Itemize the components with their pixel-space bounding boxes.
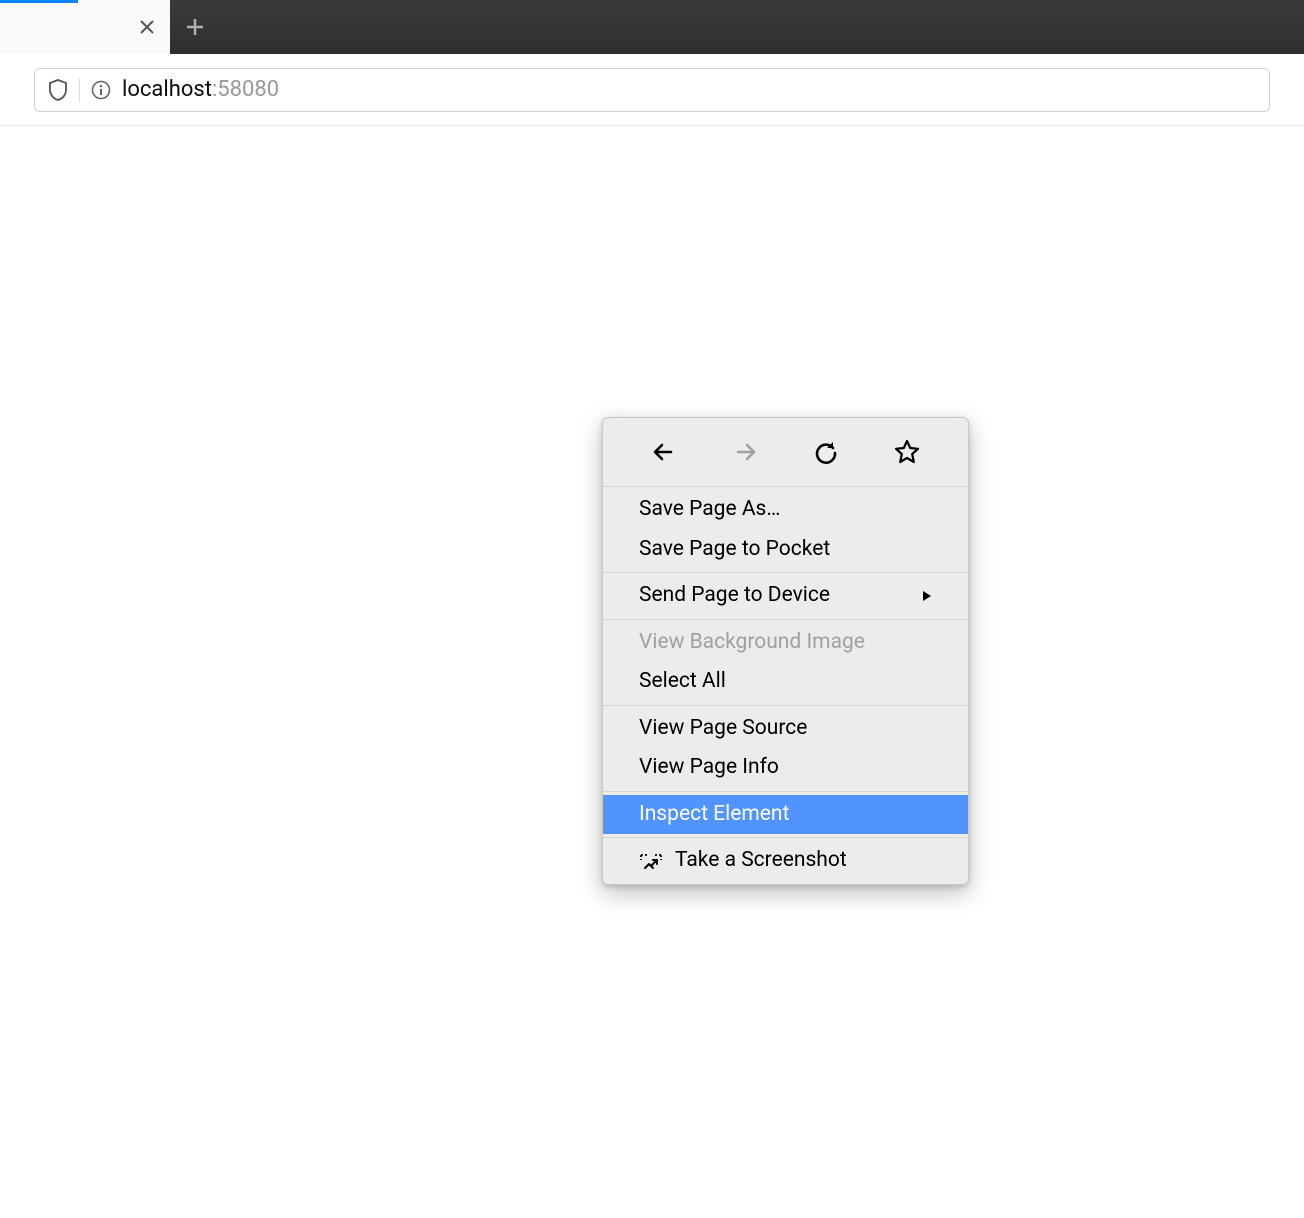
tab-loading-indicator [0, 0, 78, 3]
url-port: :58080 [212, 77, 279, 102]
menu-item-view-info[interactable]: View Page Info [603, 748, 968, 788]
address-row: localhost:58080 [0, 54, 1304, 126]
back-button[interactable] [644, 432, 684, 472]
info-icon[interactable] [90, 79, 112, 101]
screenshot-icon [639, 851, 663, 871]
menu-item-view-source[interactable]: View Page Source [603, 709, 968, 749]
address-bar[interactable]: localhost:58080 [34, 68, 1270, 112]
context-menu: Save Page As… Save Page to Pocket Send P… [602, 417, 969, 885]
new-tab-button[interactable] [170, 0, 220, 54]
menu-item-select-all[interactable]: Select All [603, 662, 968, 702]
reload-button[interactable] [806, 432, 846, 472]
close-tab-icon[interactable] [138, 18, 156, 36]
menu-item-send-to-device[interactable]: Send Page to Device [603, 576, 968, 616]
menu-item-view-bg-image: View Background Image [603, 623, 968, 663]
separator [79, 78, 80, 102]
url-host: localhost [122, 77, 212, 102]
menu-item-take-screenshot[interactable]: Take a Screenshot [603, 841, 968, 881]
url-text: localhost:58080 [122, 77, 279, 102]
shield-icon[interactable] [47, 79, 69, 101]
menu-item-inspect-element[interactable]: Inspect Element [603, 795, 968, 835]
menu-item-save-to-pocket[interactable]: Save Page to Pocket [603, 530, 968, 570]
context-menu-nav-row [603, 418, 968, 487]
browser-tab[interactable] [0, 0, 170, 54]
bookmark-button[interactable] [887, 432, 927, 472]
forward-button[interactable] [725, 432, 765, 472]
submenu-arrow-icon [922, 590, 932, 602]
menu-item-save-page-as[interactable]: Save Page As… [603, 490, 968, 530]
tab-bar [0, 0, 1304, 54]
